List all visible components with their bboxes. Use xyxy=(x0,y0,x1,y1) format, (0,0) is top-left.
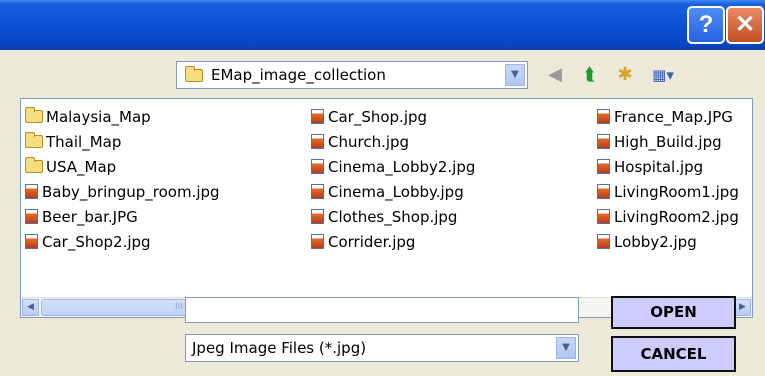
image-file-icon xyxy=(311,134,324,149)
close-button[interactable]: ✕ xyxy=(726,6,764,44)
list-item[interactable]: Car_Shop2.jpg xyxy=(25,229,220,254)
folder-icon xyxy=(185,66,203,82)
image-file-icon xyxy=(311,234,324,249)
file-name: Beer_bar.JPG xyxy=(42,207,138,226)
list-item[interactable]: LivingRoom1.jpg xyxy=(597,179,739,204)
image-file-icon xyxy=(597,184,610,199)
file-column-1: Malaysia_Map Thail_Map USA_Map Baby_brin… xyxy=(25,104,220,254)
list-item[interactable]: Malaysia_Map xyxy=(25,104,220,129)
list-item[interactable]: Baby_bringup_room.jpg xyxy=(25,179,220,204)
view-menu-button[interactable]: ▦▾ xyxy=(645,63,681,87)
back-button[interactable]: ◀ xyxy=(544,63,566,87)
list-item[interactable]: Car_Shop.jpg xyxy=(311,104,475,129)
file-name: High_Build.jpg xyxy=(614,132,722,151)
image-file-icon xyxy=(311,209,324,224)
list-item[interactable]: Lobby2.jpg xyxy=(597,229,739,254)
chevron-down-icon[interactable]: ▼ xyxy=(505,64,525,86)
file-name: Lobby2.jpg xyxy=(614,232,697,251)
list-item[interactable]: Thail_Map xyxy=(25,129,220,154)
file-column-3: France_Map.JPG High_Build.jpg Hospital.j… xyxy=(597,104,739,254)
image-file-icon xyxy=(597,234,610,249)
image-file-icon xyxy=(25,209,38,224)
file-name: LivingRoom1.jpg xyxy=(614,182,739,201)
file-name: France_Map.JPG xyxy=(614,107,733,126)
chevron-down-icon[interactable]: ▼ xyxy=(556,337,576,359)
folder-icon xyxy=(25,107,43,123)
file-type-select[interactable]: Jpeg Image Files (*.jpg) ▼ xyxy=(185,334,579,362)
list-item[interactable]: Church.jpg xyxy=(311,129,475,154)
look-in-combo[interactable]: EMap_image_collection ▼ xyxy=(176,61,528,89)
image-file-icon xyxy=(311,159,324,174)
file-name: Clothes_Shop.jpg xyxy=(328,207,458,226)
file-name: Car_Shop.jpg xyxy=(328,107,428,126)
file-name: USA_Map xyxy=(46,157,117,176)
file-name: Malaysia_Map xyxy=(46,107,151,126)
image-file-icon xyxy=(597,209,610,224)
folder-icon xyxy=(25,157,43,173)
image-file-icon xyxy=(311,109,324,124)
list-item[interactable]: LivingRoom2.jpg xyxy=(597,204,739,229)
file-name: Thail_Map xyxy=(46,132,122,151)
up-folder-button[interactable]: ⮬ xyxy=(578,63,602,87)
file-type-label: Jpeg Image Files (*.jpg) xyxy=(192,339,367,357)
list-item[interactable]: Cinema_Lobby.jpg xyxy=(311,179,475,204)
image-file-icon xyxy=(597,134,610,149)
open-button[interactable]: OPEN xyxy=(611,296,736,329)
list-item[interactable]: High_Build.jpg xyxy=(597,129,739,154)
file-name: Corrider.jpg xyxy=(328,232,416,251)
file-name: Cinema_Lobby.jpg xyxy=(328,182,464,201)
image-file-icon xyxy=(597,159,610,174)
cancel-button[interactable]: CANCEL xyxy=(611,336,736,372)
file-name: Church.jpg xyxy=(328,132,410,151)
list-item[interactable]: Cinema_Lobby2.jpg xyxy=(311,154,475,179)
new-folder-button[interactable]: ✱ xyxy=(611,63,639,87)
image-file-icon xyxy=(25,234,38,249)
filename-input[interactable] xyxy=(185,297,579,323)
image-file-icon xyxy=(597,109,610,124)
list-item[interactable]: Corrider.jpg xyxy=(311,229,475,254)
list-item[interactable]: Hospital.jpg xyxy=(597,154,739,179)
file-name: LivingRoom2.jpg xyxy=(614,207,739,226)
list-item[interactable]: France_Map.JPG xyxy=(597,104,739,129)
file-name: Car_Shop2.jpg xyxy=(42,232,151,251)
scroll-left-icon[interactable]: ◀ xyxy=(22,299,39,316)
look-in-folder-name: EMap_image_collection xyxy=(211,66,386,84)
file-name: Hospital.jpg xyxy=(614,157,704,176)
file-list[interactable]: Malaysia_Map Thail_Map USA_Map Baby_brin… xyxy=(20,98,753,318)
file-column-2: Car_Shop.jpg Church.jpg Cinema_Lobby2.jp… xyxy=(311,104,475,254)
file-name: Baby_bringup_room.jpg xyxy=(42,182,220,201)
folder-icon xyxy=(25,132,43,148)
list-item[interactable]: Beer_bar.JPG xyxy=(25,204,220,229)
title-bar: ? ✕ xyxy=(0,0,765,50)
list-item[interactable]: Clothes_Shop.jpg xyxy=(311,204,475,229)
scroll-right-icon[interactable]: ▶ xyxy=(734,299,751,316)
list-item[interactable]: USA_Map xyxy=(25,154,220,179)
help-button[interactable]: ? xyxy=(687,6,725,44)
image-file-icon xyxy=(25,184,38,199)
file-name: Cinema_Lobby2.jpg xyxy=(328,157,476,176)
image-file-icon xyxy=(311,184,324,199)
file-dialog: EMap_image_collection ▼ ◀ ⮬ ✱ ▦▾ Malaysi… xyxy=(0,50,765,376)
